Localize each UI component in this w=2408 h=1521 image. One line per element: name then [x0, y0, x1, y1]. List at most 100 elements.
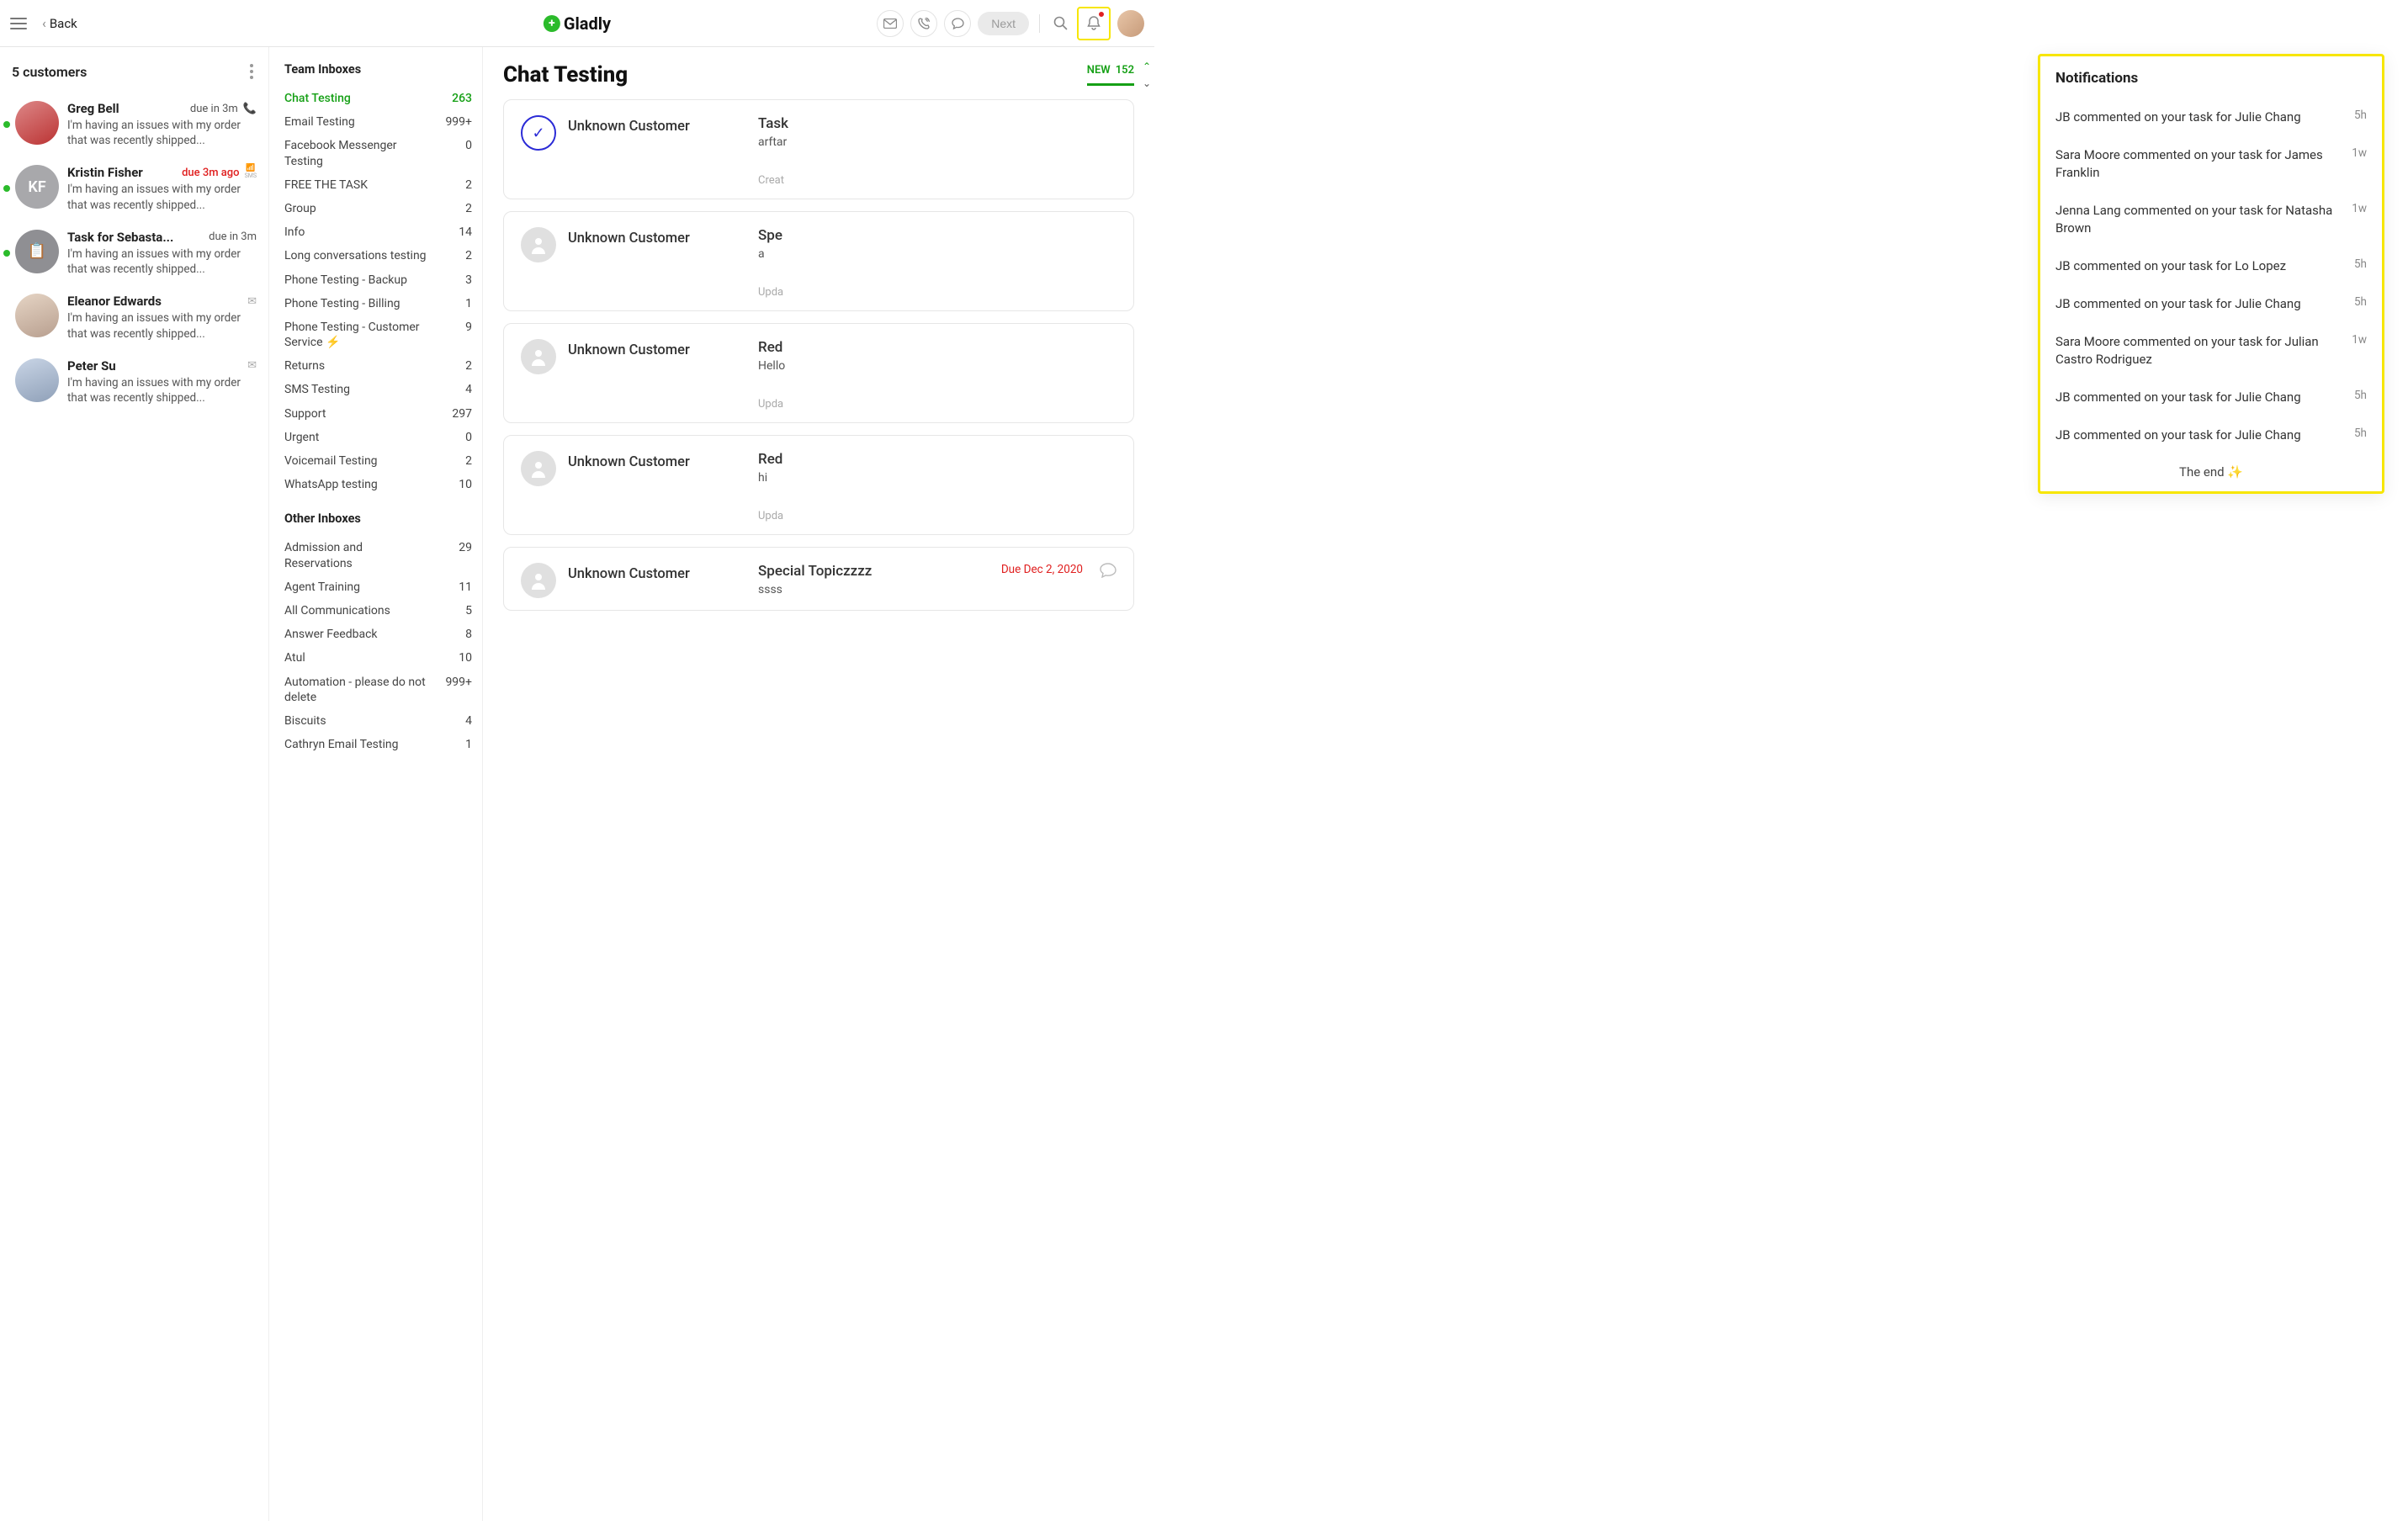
inbox-item[interactable]: Returns2 — [284, 354, 472, 378]
inbox-item[interactable]: WhatsApp testing10 — [284, 473, 472, 496]
customers-list: Greg Belldue in 3m📞 I'm having an issues … — [0, 93, 268, 414]
conversation-card[interactable]: Unknown CustomerSpeaUpda — [503, 211, 1134, 311]
conversation-customer: Unknown Customer — [568, 119, 690, 135]
customer-snippet: I'm having an issues with my order that … — [67, 118, 257, 148]
notification-item[interactable]: Sara Moore commented on your task for Ju… — [2055, 323, 2367, 379]
notification-item[interactable]: Sara Moore commented on your task for Ja… — [2055, 136, 2367, 192]
email-icon: ✉ — [247, 295, 257, 308]
customer-name: Eleanor Edwards — [67, 294, 162, 309]
inbox-name: Admission and Reservations — [284, 540, 427, 570]
inbox-item[interactable]: Support297 — [284, 402, 472, 426]
inbox-item[interactable]: Voicemail Testing2 — [284, 449, 472, 473]
customer-item[interactable]: Eleanor Edwards ✉ I'm having an issues wit… — [0, 285, 268, 349]
inbox-item[interactable]: Atul10 — [284, 646, 472, 670]
conversation-title: Red — [758, 451, 1116, 468]
inbox-item[interactable]: Phone Testing - Billing1 — [284, 292, 472, 315]
phone-call-icon: 📞 — [243, 103, 257, 115]
inbox-item[interactable]: Automation - please do not delete999+ — [284, 670, 472, 709]
customer-item[interactable]: Greg Belldue in 3m📞 I'm having an issues … — [0, 93, 268, 156]
conversation-card[interactable]: Unknown CustomerRedhiUpda — [503, 435, 1134, 535]
conversation-title: Spe — [758, 227, 1116, 244]
scroll-up-icon[interactable]: ⌃ — [1143, 61, 1151, 72]
customer-row: Greg Belldue in 3m📞 — [67, 101, 257, 116]
conversation-sub: a — [758, 247, 1116, 261]
notification-time: 5h — [2354, 427, 2367, 444]
notification-text: JB commented on your task for Julie Chan… — [2055, 389, 2301, 406]
conversation-card[interactable]: Unknown CustomerSpecial TopiczzzzssssDue… — [503, 547, 1134, 611]
inbox-item[interactable]: Long conversations testing2 — [284, 244, 472, 268]
customer-item[interactable]: Peter Su✉I'm having an issues with my or… — [0, 350, 268, 414]
inbox-name: Automation - please do not delete — [284, 675, 427, 705]
customer-snippet: I'm having an issues with my order that … — [67, 310, 257, 341]
inbox-item[interactable]: FREE THE TASK2 — [284, 173, 472, 197]
notifications-end: The end ✨ — [2055, 454, 2367, 483]
conversation-sub: arftar — [758, 135, 1116, 149]
inbox-item[interactable]: All Communications5 — [284, 599, 472, 623]
inbox-name: Biscuits — [284, 713, 326, 729]
customers-menu-icon[interactable] — [247, 61, 257, 82]
notification-item[interactable]: JB commented on your task for Julie Chan… — [2055, 379, 2367, 416]
customer-item[interactable]: KFKristin Fisherdue 3m ago📶SMSI'm having… — [0, 156, 268, 220]
logo[interactable]: + Gladly — [544, 13, 611, 34]
customer-row: Eleanor Edwards ✉ — [67, 294, 257, 309]
inbox-item[interactable]: Phone Testing - Customer Service ⚡9 — [284, 315, 472, 354]
tab-new[interactable]: NEW 152 — [1087, 64, 1134, 86]
notifications-button[interactable] — [1077, 7, 1111, 40]
customer-row: Task for Sebasta...due in 3m — [67, 230, 257, 245]
conversation-sub: hi — [758, 471, 1116, 485]
inbox-item[interactable]: Email Testing999+ — [284, 110, 472, 134]
inbox-item[interactable]: Admission and Reservations29 — [284, 536, 472, 575]
status-dot-icon — [3, 185, 10, 192]
search-icon[interactable] — [1050, 13, 1070, 34]
menu-icon[interactable] — [10, 18, 27, 29]
inbox-name: Answer Feedback — [284, 627, 378, 642]
notification-item[interactable]: JB commented on your task for Julie Chan… — [2055, 416, 2367, 454]
conversation-card[interactable]: Unknown CustomerRedHelloUpda — [503, 323, 1134, 423]
customer-item[interactable]: 📋Task for Sebasta...due in 3mI'm having … — [0, 221, 268, 285]
conversation-list: ✓Unknown CustomerTaskarftarCreatUnknown … — [503, 99, 1134, 611]
scroll-down-icon[interactable]: ⌄ — [1143, 77, 1151, 89]
notifications-panel: Notifications JB commented on your task … — [2038, 54, 2384, 494]
conversation-meta: Upda — [758, 398, 1116, 411]
inbox-name: Atul — [284, 650, 305, 665]
chevron-left-icon: ‹ — [42, 15, 46, 31]
conversation-sub: ssss — [758, 583, 991, 596]
conversation-title: Task — [758, 115, 1116, 132]
customer-avatar: KF — [15, 165, 59, 209]
inbox-item[interactable]: Answer Feedback8 — [284, 623, 472, 646]
conversation-sub: Hello — [758, 359, 1116, 373]
customer-row: Kristin Fisherdue 3m ago📶SMS — [67, 165, 257, 180]
inbox-item[interactable]: Biscuits 4 — [284, 709, 472, 733]
inbox-name: Phone Testing - Backup — [284, 273, 407, 288]
inbox-item[interactable]: Info14 — [284, 220, 472, 244]
inbox-item[interactable]: Group2 — [284, 197, 472, 220]
profile-avatar[interactable] — [1117, 10, 1144, 37]
conversation-top-row: Task arftar — [758, 115, 1116, 149]
inbox-item[interactable]: Facebook Messenger Testing0 — [284, 134, 472, 172]
conversation-card[interactable]: ✓Unknown CustomerTaskarftarCreat — [503, 99, 1134, 199]
inbox-item[interactable]: SMS Testing4 — [284, 378, 472, 401]
notification-item[interactable]: JB commented on your task for Julie Chan… — [2055, 285, 2367, 323]
inbox-name: Group — [284, 201, 316, 216]
inbox-count: 4 — [465, 713, 472, 729]
phone-icon[interactable] — [910, 10, 937, 37]
inbox-item[interactable]: Urgent0 — [284, 426, 472, 449]
inbox-item[interactable]: Cathryn Email Testing1 — [284, 733, 472, 756]
notification-item[interactable]: JB commented on your task for Julie Chan… — [2055, 98, 2367, 136]
customer-avatar — [15, 101, 59, 145]
inbox-item[interactable]: Agent Training11 — [284, 575, 472, 599]
chat-icon[interactable] — [944, 10, 971, 37]
inbox-count: 11 — [459, 580, 472, 595]
inbox-count: 297 — [452, 406, 472, 421]
next-button[interactable]: Next — [978, 12, 1029, 35]
inbox-item[interactable]: Phone Testing - Backup3 — [284, 268, 472, 292]
mail-icon[interactable] — [877, 10, 904, 37]
notification-item[interactable]: JB commented on your task for Lo Lopez5h — [2055, 247, 2367, 285]
inbox-count: 4 — [465, 382, 472, 397]
inbox-item[interactable]: Chat Testing263 — [284, 87, 472, 110]
inbox-count: 999+ — [445, 114, 472, 130]
notification-item[interactable]: Jenna Lang commented on your task for Na… — [2055, 192, 2367, 247]
back-button[interactable]: ‹ Back — [42, 15, 77, 31]
customer-due: due in 3m — [209, 231, 257, 243]
notification-text: Sara Moore commented on your task for Ju… — [2055, 333, 2340, 368]
